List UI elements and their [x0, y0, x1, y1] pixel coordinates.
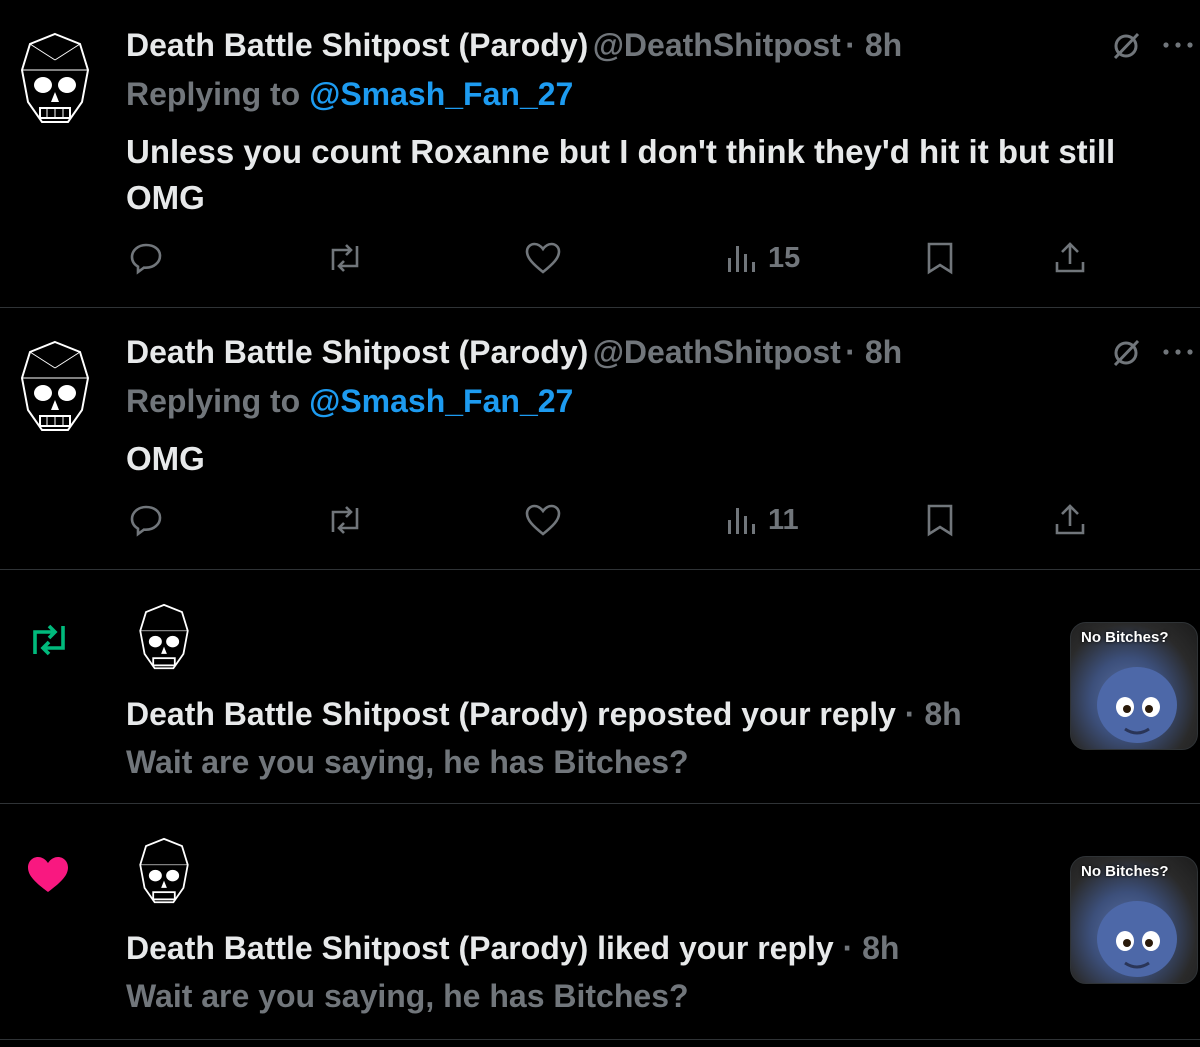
repost-icon [325, 502, 365, 538]
actor-name[interactable]: Death Battle Shitpost (Parody) [126, 930, 588, 966]
like-button[interactable] [524, 240, 562, 276]
like-icon [524, 240, 562, 276]
timestamp: · 8h [895, 696, 962, 732]
reply-icon [128, 240, 164, 276]
notification-like[interactable]: Death Battle Shitpost (Parody) liked you… [0, 804, 1200, 1040]
tweet-1[interactable]: Death Battle Shitpost (Parody) @DeathShi… [0, 0, 1200, 308]
bookmark-icon [922, 502, 958, 538]
reply-icon [128, 502, 164, 538]
notification-action: liked your reply [588, 930, 834, 966]
user-handle[interactable]: @DeathShitpost [593, 334, 841, 370]
notification-action: reposted your reply [588, 696, 896, 732]
avatar[interactable] [18, 338, 92, 438]
thumbnail-image[interactable]: No Bitches? [1070, 622, 1198, 750]
bookmark-button[interactable] [922, 502, 958, 538]
tweet-2[interactable]: Death Battle Shitpost (Parody) @DeathShi… [0, 308, 1200, 570]
mention-link[interactable]: @Smash_Fan_27 [309, 76, 573, 112]
grok-icon[interactable] [1110, 337, 1142, 369]
notification-repost[interactable]: Death Battle Shitpost (Parody) reposted … [0, 570, 1200, 804]
mention-link[interactable]: @Smash_Fan_27 [309, 383, 573, 419]
tweet-text: Unless you count Roxanne but I don't thi… [126, 133, 1116, 216]
replying-to: Replying to @Smash_Fan_27 [126, 383, 573, 420]
more-icon[interactable] [1162, 347, 1194, 357]
repost-button[interactable] [325, 240, 365, 276]
reply-snippet[interactable]: Wait are you saying, he has Bitches? [126, 978, 689, 1015]
replying-prefix: Replying to [126, 383, 301, 419]
megamind-face-icon [1097, 901, 1177, 977]
views-count: 15 [768, 241, 801, 274]
thumbnail-image[interactable]: No Bitches? [1070, 856, 1198, 984]
share-button[interactable] [1052, 240, 1088, 276]
more-icon[interactable] [1162, 40, 1194, 50]
repost-icon [26, 622, 72, 663]
replying-prefix: Replying to [126, 76, 301, 112]
repost-button[interactable] [325, 502, 365, 538]
tweet-text: OMG [126, 440, 205, 477]
share-icon [1052, 240, 1088, 276]
views-icon [726, 502, 758, 538]
display-name[interactable]: Death Battle Shitpost (Parody) [126, 334, 588, 370]
like-button[interactable] [524, 502, 562, 538]
tweet-header: Death Battle Shitpost (Parody) @DeathShi… [126, 334, 902, 371]
tweet-header: Death Battle Shitpost (Parody) @DeathShi… [126, 27, 902, 64]
views-icon [726, 240, 758, 276]
views-count: 11 [768, 503, 799, 536]
actor-name[interactable]: Death Battle Shitpost (Parody) [126, 696, 588, 732]
reply-button[interactable] [128, 502, 164, 538]
timestamp[interactable]: · 8h [845, 27, 902, 63]
avatar[interactable] [136, 836, 192, 908]
heart-icon [26, 854, 70, 899]
notification-text: Death Battle Shitpost (Parody) liked you… [126, 930, 899, 967]
share-icon [1052, 502, 1088, 538]
replying-to: Replying to @Smash_Fan_27 [126, 76, 573, 113]
timestamp: · 8h [833, 930, 900, 966]
bookmark-icon [922, 240, 958, 276]
like-icon [524, 502, 562, 538]
grok-icon[interactable] [1110, 30, 1142, 62]
share-button[interactable] [1052, 502, 1088, 538]
timestamp[interactable]: · 8h [845, 334, 902, 370]
reply-snippet[interactable]: Wait are you saying, he has Bitches? [126, 744, 689, 781]
views-button[interactable]: 15 [726, 240, 800, 276]
display-name[interactable]: Death Battle Shitpost (Parody) [126, 27, 588, 63]
thumbnail-caption: No Bitches? [1081, 629, 1169, 646]
repost-icon [325, 240, 365, 276]
notification-text: Death Battle Shitpost (Parody) reposted … [126, 696, 962, 733]
avatar[interactable] [18, 30, 92, 130]
avatar[interactable] [136, 602, 192, 674]
views-button[interactable]: 11 [726, 502, 799, 538]
thumbnail-caption: No Bitches? [1081, 863, 1169, 880]
reply-button[interactable] [128, 240, 164, 276]
bookmark-button[interactable] [922, 240, 958, 276]
megamind-face-icon [1097, 667, 1177, 743]
user-handle[interactable]: @DeathShitpost [593, 27, 841, 63]
